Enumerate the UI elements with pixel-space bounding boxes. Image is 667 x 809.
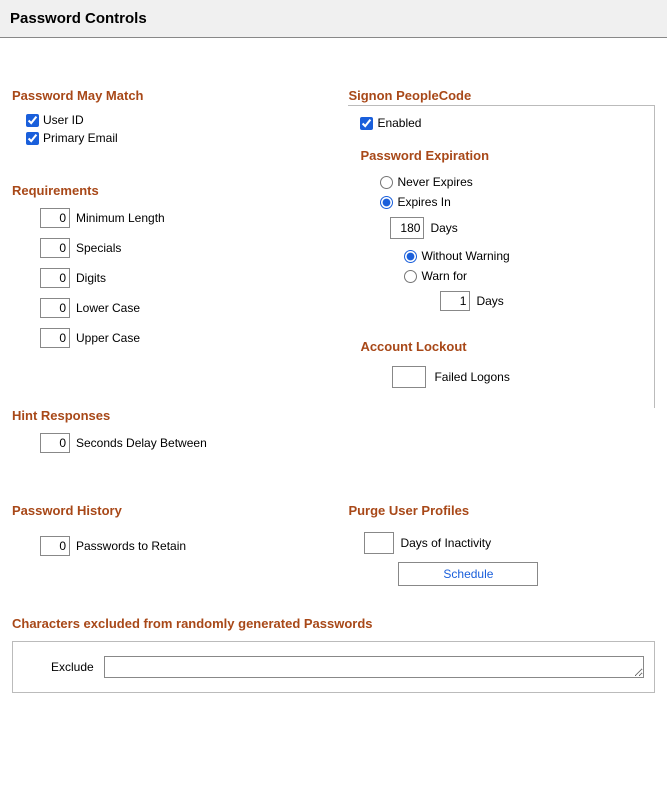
warn-days-input[interactable] — [440, 291, 470, 311]
expires-days-input[interactable] — [390, 217, 424, 239]
primary-email-checkbox[interactable] — [26, 132, 39, 145]
warn-for-label: Warn for — [421, 269, 467, 283]
exclude-section: Characters excluded from randomly genera… — [0, 586, 667, 705]
page-header: Password Controls — [0, 0, 667, 38]
enabled-label: Enabled — [377, 116, 421, 130]
min-length-input[interactable] — [40, 208, 70, 228]
main-content: Password May Match User ID Primary Email… — [0, 38, 667, 503]
passwords-retain-row: Passwords to Retain — [40, 536, 328, 556]
warn-days-label: Days — [476, 294, 503, 308]
warn-for-row: Warn for — [404, 269, 642, 283]
enabled-row: Enabled — [360, 116, 642, 130]
password-expiration-title: Password Expiration — [360, 148, 642, 163]
exclude-input[interactable] — [104, 656, 644, 678]
hint-responses-section: Hint Responses Seconds Delay Between — [12, 408, 328, 453]
password-may-match-section: Password May Match User ID Primary Email — [12, 88, 328, 145]
schedule-button[interactable]: Schedule — [398, 562, 538, 586]
exclude-box: Exclude — [12, 641, 655, 693]
specials-label: Specials — [76, 241, 121, 255]
expires-days-row: Days — [390, 217, 642, 239]
user-id-label: User ID — [43, 113, 84, 127]
requirements-title: Requirements — [12, 183, 328, 198]
primary-email-checkbox-row: Primary Email — [26, 131, 328, 145]
requirements-section: Requirements Minimum Length Specials Dig… — [12, 183, 328, 348]
primary-email-label: Primary Email — [43, 131, 118, 145]
digits-row: Digits — [40, 268, 328, 288]
account-lockout-title: Account Lockout — [360, 339, 642, 354]
digits-label: Digits — [76, 271, 106, 285]
signon-fieldset: Enabled Password Expiration Never Expire… — [348, 105, 655, 408]
password-history-title: Password History — [12, 503, 328, 518]
warn-for-radio[interactable] — [404, 270, 417, 283]
signon-title: Signon PeopleCode — [348, 88, 655, 103]
min-length-label: Minimum Length — [76, 211, 165, 225]
seconds-delay-input[interactable] — [40, 433, 70, 453]
min-length-row: Minimum Length — [40, 208, 328, 228]
days-inactivity-input[interactable] — [364, 532, 394, 554]
passwords-retain-label: Passwords to Retain — [76, 539, 186, 553]
expires-in-label: Expires In — [397, 195, 450, 209]
user-id-checkbox-row: User ID — [26, 113, 328, 127]
exclude-label: Exclude — [51, 660, 94, 674]
specials-row: Specials — [40, 238, 328, 258]
expires-in-row: Expires In — [380, 195, 642, 209]
never-expires-radio[interactable] — [380, 176, 393, 189]
expires-in-radio[interactable] — [380, 196, 393, 209]
page-title: Password Controls — [10, 10, 657, 27]
right-column: Signon PeopleCode Enabled Password Expir… — [348, 88, 655, 491]
failed-logons-label: Failed Logons — [434, 370, 509, 384]
digits-input[interactable] — [40, 268, 70, 288]
purge-title: Purge User Profiles — [348, 503, 655, 518]
seconds-delay-label: Seconds Delay Between — [76, 436, 207, 450]
purge-section: Purge User Profiles Days of Inactivity S… — [348, 503, 655, 586]
hint-responses-title: Hint Responses — [12, 408, 328, 423]
without-warning-radio[interactable] — [404, 250, 417, 263]
without-warning-row: Without Warning — [404, 249, 642, 263]
lower-input[interactable] — [40, 298, 70, 318]
upper-input[interactable] — [40, 328, 70, 348]
left-column: Password May Match User ID Primary Email… — [12, 88, 328, 491]
passwords-retain-input[interactable] — [40, 536, 70, 556]
failed-logons-row: Failed Logons — [392, 366, 642, 388]
password-history-section: Password History Passwords to Retain — [12, 503, 328, 586]
failed-logons-input[interactable] — [392, 366, 426, 388]
lower-label: Lower Case — [76, 301, 140, 315]
exclude-title: Characters excluded from randomly genera… — [12, 616, 655, 631]
days-inactivity-row: Days of Inactivity — [364, 532, 655, 554]
password-may-match-title: Password May Match — [12, 88, 328, 103]
enabled-checkbox[interactable] — [360, 117, 373, 130]
warn-days-row: Days — [440, 291, 642, 311]
upper-label: Upper Case — [76, 331, 140, 345]
upper-row: Upper Case — [40, 328, 328, 348]
bottom-row: Password History Passwords to Retain Pur… — [0, 503, 667, 586]
expires-days-label: Days — [430, 221, 457, 235]
never-expires-row: Never Expires — [380, 175, 642, 189]
without-warning-label: Without Warning — [421, 249, 509, 263]
seconds-delay-row: Seconds Delay Between — [40, 433, 328, 453]
lower-row: Lower Case — [40, 298, 328, 318]
days-inactivity-label: Days of Inactivity — [400, 536, 491, 550]
never-expires-label: Never Expires — [397, 175, 472, 189]
specials-input[interactable] — [40, 238, 70, 258]
user-id-checkbox[interactable] — [26, 114, 39, 127]
